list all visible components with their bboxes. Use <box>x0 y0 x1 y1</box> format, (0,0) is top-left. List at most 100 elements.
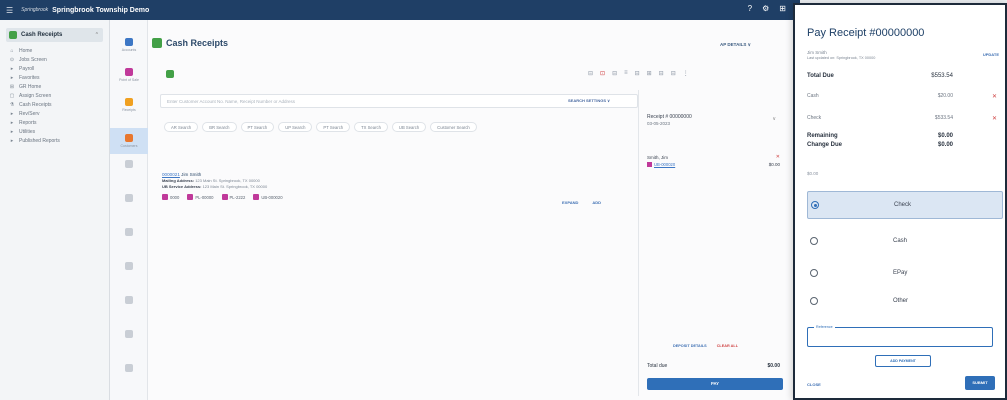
search-chip[interactable]: UP Search <box>278 122 313 132</box>
rail-item[interactable] <box>110 194 148 204</box>
account-badge-label: PL-00000 <box>195 194 214 200</box>
rail-item-icon <box>125 68 133 76</box>
icon-rail: Accounts Point of Sale Receipts Customers <box>110 20 148 400</box>
receipt-account-link[interactable]: UB-000020 <box>647 162 675 168</box>
search-chip[interactable]: TX Search <box>354 122 388 132</box>
payment-method-option[interactable]: Check <box>807 191 1003 219</box>
toolbar-action-icon[interactable]: ⋮ <box>683 70 689 77</box>
nav-item[interactable]: ▸ Reports <box>0 118 109 127</box>
payment-method-option[interactable]: Cash <box>807 227 1003 255</box>
account-number-link[interactable]: 0000021 <box>162 172 180 177</box>
toolbar-action-icon[interactable]: ⊟ <box>671 70 676 77</box>
nav-item-label: Published Reports <box>19 137 60 144</box>
rail-item[interactable] <box>110 296 148 306</box>
result-name: 0000021 Jim Smith <box>162 172 582 177</box>
search-chip[interactable]: UB Search <box>391 122 427 132</box>
search-result[interactable]: 0000021 Jim Smith Mailing Address: 123 M… <box>162 172 582 200</box>
toolbar-action-icon[interactable]: ⊟ <box>659 70 664 77</box>
menu-icon[interactable]: ☰ <box>6 6 13 15</box>
expand-link[interactable]: EXPAND <box>562 200 578 205</box>
submit-button[interactable]: SUBMIT <box>965 376 995 390</box>
nav-item[interactable]: ⚗ Cash Receipts <box>0 100 109 109</box>
radio-icon[interactable] <box>811 201 819 209</box>
rail-item[interactable]: Point of Sale <box>110 68 148 82</box>
payment-method-option[interactable]: EPay <box>807 259 1003 287</box>
receipt-actions: DEPOSIT DETAILS CLEAR ALL <box>673 344 738 348</box>
rail-item-icon <box>125 98 133 106</box>
nav-item-icon: ⊞ <box>9 83 15 90</box>
add-payment-button[interactable]: ADD PAYMENT <box>875 355 931 367</box>
apps-icon[interactable]: ⊞ <box>779 4 786 13</box>
search-chip[interactable]: PT Search <box>316 122 351 132</box>
close-button[interactable]: CLOSE <box>807 382 821 387</box>
toolbar-action-icon[interactable]: ⊟ <box>612 70 617 77</box>
deposit-details-link[interactable]: DEPOSIT DETAILS <box>673 344 707 348</box>
reference-field[interactable]: Reference <box>807 325 993 347</box>
clear-all-link[interactable]: CLEAR ALL <box>717 344 738 348</box>
rail-item[interactable] <box>110 262 148 272</box>
rail-item-icon <box>125 330 133 338</box>
payment-method-option[interactable]: Other <box>807 287 1003 315</box>
rail-item[interactable] <box>110 228 148 238</box>
search-chips: AR Search BR Search PT Search UP Search PT S… <box>164 122 477 132</box>
toolbar-action-icon[interactable]: ≡ <box>624 70 628 77</box>
search-chip[interactable]: AR Search <box>164 122 199 132</box>
account-badge[interactable]: PL-00000 <box>187 194 214 200</box>
rail-item[interactable] <box>110 160 148 170</box>
toolbar-action-icon[interactable]: ⊡ <box>600 70 605 77</box>
rail-item[interactable]: Accounts <box>110 38 148 52</box>
nav-item[interactable]: ▸ Payroll <box>0 64 109 73</box>
search-settings-dropdown[interactable]: SEARCH SETTINGS ∨ <box>568 98 610 103</box>
reference-label: Reference <box>814 325 835 329</box>
receipt-panel: Receipt # 00000000 03-05-2023 ∨ Smith, J… <box>638 90 794 396</box>
page-title: Cash Receipts <box>166 38 229 48</box>
search-chip[interactable]: PT Search <box>240 122 275 132</box>
rail-item-icon <box>125 38 133 46</box>
search-chip[interactable]: Customer Search <box>430 122 477 132</box>
nav-item[interactable]: ▸ Favorites <box>0 73 109 82</box>
account-badge[interactable]: UB-000020 <box>253 194 283 200</box>
payment-method-label: Other <box>893 298 909 304</box>
rail-item[interactable]: Customers <box>110 128 148 154</box>
search-chip[interactable]: BR Search <box>202 122 237 132</box>
help-icon[interactable]: ? <box>748 4 752 13</box>
payment-method-label: Cash <box>893 238 908 244</box>
ap-details-dropdown[interactable]: AP DETAILS ∨ <box>720 42 751 48</box>
add-link[interactable]: ADD <box>592 200 601 205</box>
settings-icon[interactable]: ⚙ <box>762 4 769 13</box>
account-badge[interactable]: 0000 <box>162 194 179 200</box>
nav-item[interactable]: ▸ Utilities <box>0 127 109 136</box>
account-badge-icon <box>221 194 228 200</box>
pay-button[interactable]: PAY <box>647 378 783 390</box>
delete-icon[interactable]: ✕ <box>776 154 780 160</box>
new-receipt-button[interactable] <box>166 70 174 78</box>
rail-item[interactable] <box>110 364 148 374</box>
rail-item[interactable] <box>110 330 148 340</box>
nav-item[interactable]: ▸ Published Reports <box>0 136 109 145</box>
nav-item[interactable]: ⌂ Home <box>0 46 109 55</box>
nav-item[interactable]: ▸ Rev/Serv <box>0 109 109 118</box>
radio-icon[interactable] <box>810 269 818 277</box>
update-link[interactable]: UPDATE <box>983 52 999 57</box>
account-badge-icon <box>253 194 260 200</box>
rail-item[interactable]: Receipts <box>110 98 148 112</box>
remove-cash-icon[interactable]: ✕ <box>992 93 997 100</box>
remove-check-icon[interactable]: ✕ <box>992 115 997 122</box>
search-input[interactable]: Enter Customer Account No. Name, Receipt… <box>160 94 638 108</box>
nav-item[interactable]: ⊙ Jobs Screen <box>0 55 109 64</box>
radio-icon[interactable] <box>810 237 818 245</box>
toolbar-action-icon[interactable]: ⊞ <box>647 70 652 77</box>
rail-item-icon <box>125 194 133 202</box>
nav-item[interactable]: ▢ Assign Screen <box>0 91 109 100</box>
nav-item-label: Reports <box>19 119 37 126</box>
toolbar-action-icon[interactable]: ⊟ <box>588 70 593 77</box>
account-badge[interactable]: PL-2222 <box>221 194 245 200</box>
nav-item[interactable]: ⊞ GR Home <box>0 82 109 91</box>
toolbar-action-icon[interactable]: ⊟ <box>635 70 640 77</box>
radio-icon[interactable] <box>810 297 818 305</box>
account-badges: 0000 PL-00000 PL-2222 UB-000020 <box>162 194 582 200</box>
nav-active-cash-receipts[interactable]: Cash Receipts ⌃ <box>6 28 103 42</box>
cash-receipts-icon <box>9 31 17 39</box>
chevron-down-icon[interactable]: ∨ <box>772 116 776 122</box>
receipt-amount[interactable]: $0.00 <box>769 162 780 167</box>
